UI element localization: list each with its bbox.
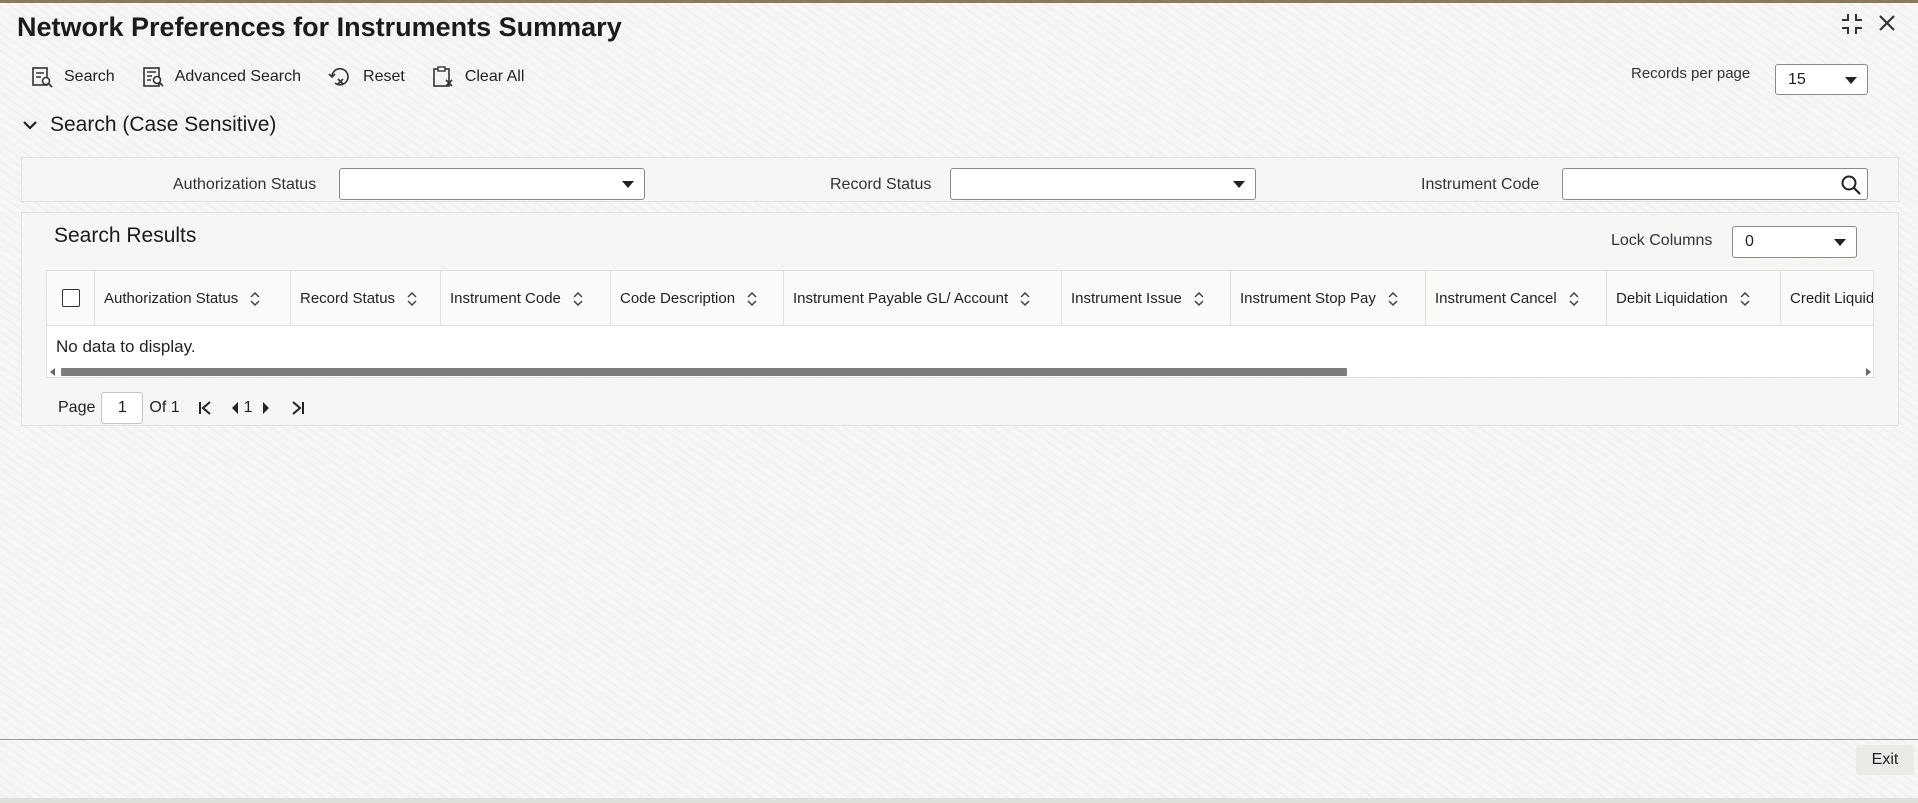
lock-columns-label: Lock Columns bbox=[1611, 232, 1713, 249]
column-header-instrument-stop-pay[interactable]: Instrument Stop Pay bbox=[1231, 271, 1426, 326]
sort-icon bbox=[1569, 291, 1579, 306]
empty-table-message: No data to display. bbox=[56, 337, 196, 356]
search-results-title: Search Results bbox=[54, 224, 197, 247]
column-label: Authorization Status bbox=[104, 290, 239, 307]
authorization-status-label: Authorization Status bbox=[173, 176, 317, 193]
table-header-row: Authorization Status Record Status Instr… bbox=[47, 271, 1874, 326]
reset-icon bbox=[328, 67, 349, 86]
sort-icon bbox=[1020, 291, 1030, 306]
column-label: Code Description bbox=[620, 290, 736, 307]
search-doc-icon bbox=[32, 67, 53, 88]
advanced-search-button-label: Advanced Search bbox=[174, 68, 302, 85]
sort-icon bbox=[1388, 291, 1398, 306]
lock-columns-value: 0 bbox=[1745, 233, 1754, 250]
column-header-code-description[interactable]: Code Description bbox=[611, 271, 784, 326]
chevron-down-icon bbox=[1233, 181, 1245, 188]
chevron-down-icon bbox=[622, 181, 634, 188]
column-label: Instrument Stop Pay bbox=[1240, 290, 1376, 307]
maximize-icon[interactable] bbox=[1840, 12, 1864, 42]
chevron-down-icon bbox=[1834, 239, 1846, 246]
page-label: Page bbox=[58, 399, 96, 416]
select-all-cell bbox=[47, 271, 95, 326]
page-of-label: Of 1 bbox=[149, 399, 180, 416]
record-status-select[interactable] bbox=[950, 168, 1256, 200]
top-banner-strip bbox=[0, 0, 1918, 3]
instrument-code-label: Instrument Code bbox=[1421, 176, 1540, 193]
page-number-input[interactable]: 1 bbox=[101, 392, 144, 424]
column-header-instrument-issue[interactable]: Instrument Issue bbox=[1062, 271, 1231, 326]
clear-all-button[interactable]: Clear All bbox=[431, 65, 525, 89]
column-header-credit-liquidation[interactable]: Credit Liquidation bbox=[1781, 271, 1874, 326]
sort-icon bbox=[747, 291, 757, 306]
search-icon[interactable] bbox=[1841, 175, 1861, 195]
search-button[interactable]: Search bbox=[30, 65, 115, 89]
page-number-value: 1 bbox=[117, 399, 127, 416]
lock-columns-select[interactable]: 0 bbox=[1732, 226, 1857, 258]
sort-icon bbox=[250, 291, 260, 306]
results-table: Authorization Status Record Status Instr… bbox=[46, 270, 1874, 378]
record-status-label: Record Status bbox=[830, 176, 932, 193]
last-page-icon[interactable] bbox=[289, 400, 305, 416]
scroll-left-icon[interactable] bbox=[50, 368, 56, 376]
column-header-record-status[interactable]: Record Status bbox=[291, 271, 441, 326]
select-all-checkbox[interactable] bbox=[62, 289, 80, 307]
sort-icon bbox=[407, 291, 417, 306]
reset-button[interactable]: Reset bbox=[327, 65, 405, 89]
horizontal-scrollbar[interactable] bbox=[47, 365, 1873, 377]
clear-all-icon bbox=[433, 66, 453, 87]
scrollbar-thumb[interactable] bbox=[61, 368, 1347, 376]
column-label: Instrument Issue bbox=[1071, 290, 1182, 307]
column-label: Record Status bbox=[300, 290, 396, 307]
column-header-instrument-payable-gl-account[interactable]: Instrument Payable GL/ Account bbox=[784, 271, 1062, 326]
search-button-label: Search bbox=[64, 68, 115, 85]
records-per-page-value: 15 bbox=[1788, 70, 1806, 88]
page-title: Network Preferences for Instruments Summ… bbox=[17, 12, 622, 42]
column-header-authorization-status[interactable]: Authorization Status bbox=[95, 271, 291, 326]
close-icon[interactable] bbox=[1876, 12, 1898, 40]
advanced-search-button[interactable]: Advanced Search bbox=[141, 65, 301, 89]
records-per-page-label: Records per page bbox=[1631, 65, 1751, 82]
records-per-page-select[interactable]: 15 bbox=[1775, 64, 1868, 95]
previous-page-icon[interactable] bbox=[230, 401, 240, 415]
column-label: Debit Liquidation bbox=[1616, 290, 1728, 307]
reset-button-label: Reset bbox=[363, 68, 405, 85]
advanced-search-icon bbox=[142, 67, 164, 87]
scroll-right-icon[interactable] bbox=[1865, 368, 1871, 376]
chevron-down-icon bbox=[1845, 76, 1857, 84]
footer-divider bbox=[0, 739, 1918, 740]
sort-icon bbox=[1194, 291, 1204, 306]
bottom-strip bbox=[0, 798, 1918, 803]
first-page-icon[interactable] bbox=[198, 400, 214, 416]
column-header-instrument-code[interactable]: Instrument Code bbox=[441, 271, 611, 326]
column-header-debit-liquidation[interactable]: Debit Liquidation bbox=[1607, 271, 1781, 326]
sort-icon bbox=[1740, 291, 1750, 306]
column-label: Instrument Cancel bbox=[1435, 290, 1557, 307]
column-label: Instrument Code bbox=[450, 290, 561, 307]
search-section-title: Search (Case Sensitive) bbox=[50, 113, 277, 136]
clear-all-button-label: Clear All bbox=[464, 68, 525, 85]
authorization-status-select[interactable] bbox=[339, 168, 645, 200]
column-label: Credit Liquidation bbox=[1790, 290, 1874, 307]
exit-button[interactable]: Exit bbox=[1856, 745, 1914, 775]
chevron-down-icon bbox=[23, 121, 37, 130]
page-link[interactable]: 1 bbox=[244, 399, 253, 417]
search-section-toggle[interactable]: Search (Case Sensitive) bbox=[22, 113, 276, 137]
column-header-instrument-cancel[interactable]: Instrument Cancel bbox=[1426, 271, 1607, 326]
column-label: Instrument Payable GL/ Account bbox=[793, 290, 1009, 307]
exit-button-label: Exit bbox=[1871, 751, 1899, 768]
toolbar: Search Advanced Search Reset Clear All bbox=[30, 64, 550, 90]
next-page-icon[interactable] bbox=[261, 401, 271, 415]
pagination: Page 1 Of 1 1 bbox=[58, 392, 305, 424]
instrument-code-field[interactable] bbox=[1562, 168, 1868, 200]
sort-icon bbox=[573, 291, 583, 306]
